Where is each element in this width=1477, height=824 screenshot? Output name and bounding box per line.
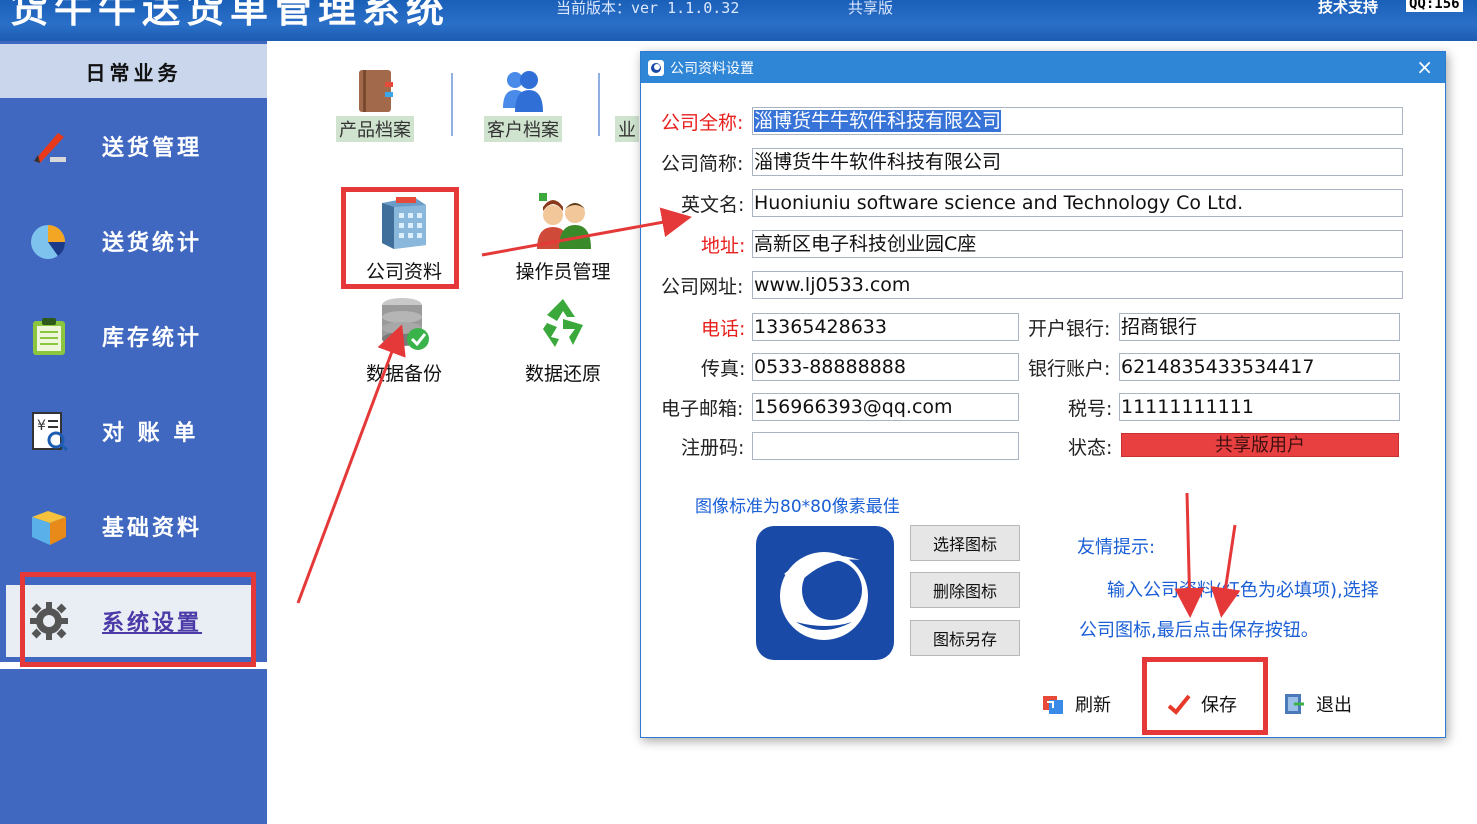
sidebar-item-inventory[interactable]: 库存统计 — [0, 290, 267, 382]
qq-label: QQ:156 — [1406, 0, 1463, 12]
toolbar-customer-archive[interactable]: 客户档案 — [473, 68, 573, 143]
english-name-label: 英文名: — [681, 194, 745, 216]
grid-label: 操作员管理 — [515, 261, 611, 283]
email-field[interactable]: 156966393@qq.com — [752, 393, 1019, 421]
email-label: 电子邮箱: — [661, 398, 744, 420]
toolbar-label: 业 — [615, 116, 639, 142]
tip-title: 友情提示: — [1077, 537, 1156, 558]
image-size-hint: 图像标准为80*80像素最佳 — [695, 497, 900, 517]
toolbar-partial-item[interactable]: 业 — [612, 68, 642, 143]
sidebar-item-label: 送货统计 — [102, 230, 203, 256]
website-field[interactable]: www.lj0533.com — [752, 271, 1403, 299]
app-window: 货牛牛送货单管理系统 当前版本：ver 1.1.0.32 共享版 技术支持 QQ… — [0, 0, 1477, 824]
fax-label: 传真: — [701, 358, 746, 380]
sidebar-item-label: 库存统计 — [102, 325, 203, 351]
tax-no-label: 税号: — [1068, 398, 1113, 420]
phone-label: 电话: — [701, 318, 746, 340]
refresh-label: 刷新 — [1075, 695, 1111, 716]
company-info-dialog: 公司资料设置 × 公司全称: 淄博货牛牛软件科技有限公司 公司简称: 淄博货牛牛… — [640, 51, 1446, 738]
full-name-label: 公司全称: — [661, 112, 744, 134]
operators-icon — [533, 193, 593, 251]
app-logo-icon — [648, 59, 664, 76]
bank-field[interactable]: 招商银行 — [1119, 313, 1400, 341]
toolbar-label: 客户档案 — [484, 116, 562, 142]
dialog-title: 公司资料设置 — [670, 60, 754, 77]
sidebar-item-statement[interactable]: ¥ 对 账 单 — [0, 385, 267, 477]
sidebar-header: 日常业务 — [0, 44, 267, 98]
svg-text:¥: ¥ — [37, 418, 46, 434]
website-label: 公司网址: — [661, 276, 744, 298]
company-logo-image — [756, 526, 894, 660]
tip-line-1: 输入公司资料(红色为必填项),选择 — [1107, 580, 1379, 601]
box-icon — [28, 505, 70, 547]
bank-label: 开户银行: — [1028, 318, 1111, 340]
refresh-icon — [1041, 692, 1065, 716]
partial-icon — [617, 68, 637, 114]
refresh-button[interactable]: 刷新 — [1041, 684, 1111, 724]
grid-label: 数据备份 — [365, 363, 442, 385]
fax-field[interactable]: 0533-88888888 — [752, 353, 1019, 381]
book-icon — [353, 68, 397, 114]
sidebar-item-basic-data[interactable]: 基础资料 — [0, 480, 267, 572]
account-field[interactable]: 6214835433534417 — [1119, 353, 1400, 381]
settings-data-restore[interactable]: 数据还原 — [508, 295, 618, 386]
toolbar-label: 产品档案 — [336, 116, 414, 142]
settings-operator-management[interactable]: 操作员管理 — [508, 193, 618, 284]
toolbar-separator — [451, 73, 453, 136]
sidebar: 日常业务 送货管理 送货统计 库存统计 ¥ 对 账 单 基础资料 系统设置 — [0, 41, 267, 824]
system-settings-highlight — [20, 572, 256, 667]
version-label: 当前版本：ver 1.1.0.32 — [556, 0, 740, 17]
reg-code-field[interactable] — [752, 432, 1019, 460]
company-info-highlight — [341, 187, 459, 289]
sidebar-item-delivery[interactable]: 送货管理 — [0, 100, 267, 192]
address-label: 地址: — [701, 235, 746, 257]
account-label: 银行账户: — [1028, 358, 1111, 380]
support-label: 技术支持 — [1318, 0, 1379, 16]
address-field[interactable]: 高新区电子科技创业园C座 — [752, 230, 1403, 258]
save-button-highlight — [1142, 657, 1268, 735]
full-name-field[interactable]: 淄博货牛牛软件科技有限公司 — [752, 107, 1403, 135]
recycle-icon — [533, 295, 593, 353]
dialog-title-bar: 公司资料设置 × — [641, 52, 1445, 83]
exit-label: 退出 — [1316, 695, 1352, 716]
reg-code-label: 注册码: — [681, 437, 745, 459]
pie-chart-icon — [28, 220, 70, 262]
close-icon[interactable]: × — [1416, 55, 1433, 79]
sidebar-item-label: 基础资料 — [102, 515, 203, 541]
choose-icon-button[interactable]: 选择图标 — [910, 525, 1020, 561]
sidebar-item-label: 送货管理 — [102, 135, 203, 161]
app-title: 货牛牛送货单管理系统 — [10, 0, 451, 31]
sidebar-item-delivery-stats[interactable]: 送货统计 — [0, 195, 267, 287]
tax-no-field[interactable]: 11111111111 — [1119, 393, 1400, 421]
status-label: 状态: — [1068, 437, 1113, 459]
toolbar-product-archive[interactable]: 产品档案 — [325, 68, 425, 143]
short-name-field[interactable]: 淄博货牛牛软件科技有限公司 — [752, 148, 1403, 176]
settings-data-backup[interactable]: 数据备份 — [349, 295, 459, 386]
grid-label: 数据还原 — [524, 363, 601, 385]
delete-icon-button[interactable]: 删除图标 — [910, 572, 1020, 608]
top-banner: 货牛牛送货单管理系统 当前版本：ver 1.1.0.32 共享版 技术支持 QQ… — [0, 0, 1477, 41]
pen-icon — [28, 125, 70, 167]
statement-icon: ¥ — [28, 410, 70, 452]
clipboard-icon — [28, 315, 70, 357]
save-icon-as-button[interactable]: 图标另存 — [910, 620, 1020, 656]
english-name-field[interactable]: Huoniuniu software science and Technolog… — [752, 189, 1403, 217]
toolbar-separator — [598, 73, 600, 136]
short-name-label: 公司简称: — [661, 153, 744, 175]
edition-label: 共享版 — [848, 0, 894, 17]
status-badge: 共享版用户 — [1121, 433, 1399, 457]
phone-field[interactable]: 13365428633 — [752, 313, 1019, 341]
sidebar-item-label: 对 账 单 — [102, 420, 199, 446]
users-icon — [501, 68, 545, 114]
exit-button[interactable]: 退出 — [1282, 684, 1352, 724]
database-check-icon — [374, 295, 434, 353]
exit-icon — [1282, 692, 1306, 716]
tip-line-2: 公司图标,最后点击保存按钮。 — [1079, 620, 1319, 641]
